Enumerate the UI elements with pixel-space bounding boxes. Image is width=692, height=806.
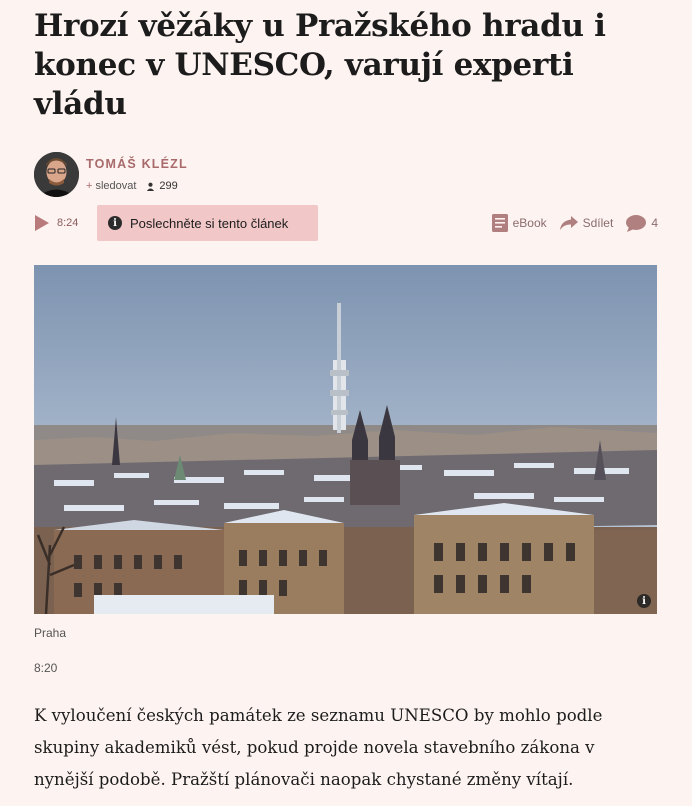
ebook-icon (491, 214, 508, 232)
share-button[interactable]: Sdílet (559, 215, 614, 231)
audio-duration: 8:24 (57, 217, 79, 229)
comments-button[interactable]: 4 (625, 214, 658, 233)
comments-count: 4 (651, 216, 658, 230)
listen-label: Poslechněte si tento článek (130, 215, 289, 231)
author-block: TOMÁŠ KLÉZL + sledovat 299 (34, 152, 334, 198)
share-label: Sdílet (582, 216, 614, 230)
ebook-button[interactable]: eBook (491, 213, 547, 233)
comment-icon (626, 214, 647, 232)
follow-button[interactable]: + sledovat (86, 180, 136, 192)
author-name[interactable]: TOMÁŠ KLÉZL (86, 157, 188, 171)
article-toolbar: 8:24 i Poslechněte si tento článek eBook… (34, 205, 658, 241)
author-avatar[interactable] (34, 152, 79, 197)
published-time: 8:20 (34, 661, 58, 675)
article-photo[interactable]: i (34, 265, 657, 614)
article-lead: K vyloučení českých památek ze seznamu U… (34, 706, 603, 789)
photo-caption: Praha (34, 626, 67, 640)
author-meta: + sledovat 299 (86, 180, 178, 192)
followers-number: 299 (159, 180, 178, 192)
play-icon[interactable] (34, 214, 50, 232)
listen-article-button[interactable]: i Poslechněte si tento článek (97, 205, 318, 241)
followers-count: 299 (146, 180, 178, 192)
article-actions: eBook Sdílet 4 (491, 213, 658, 233)
article-headline: Hrozí věžáky u Pražského hradu i konec v… (34, 8, 606, 122)
person-icon (147, 182, 155, 191)
plus-icon: + (86, 180, 93, 192)
share-icon (559, 216, 578, 230)
ebook-label: eBook (512, 216, 547, 230)
follow-label: sledovat (95, 180, 137, 192)
info-icon: i (108, 216, 122, 230)
photo-info-icon[interactable]: i (637, 594, 651, 608)
